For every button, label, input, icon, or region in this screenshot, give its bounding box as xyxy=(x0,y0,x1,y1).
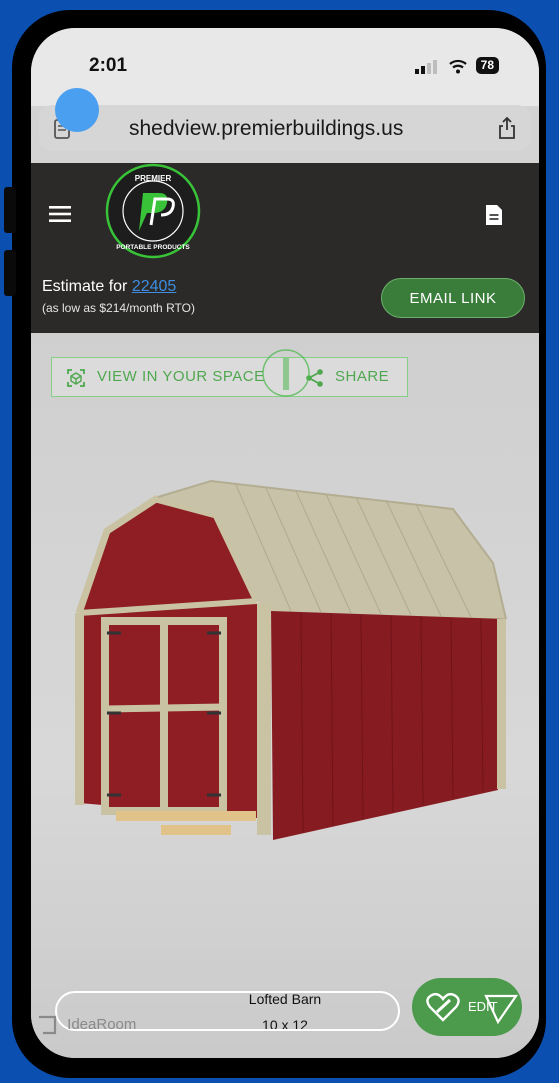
volume-button xyxy=(4,250,16,296)
url-text[interactable]: shedview.premierbuildings.us xyxy=(129,117,403,141)
status-bar: 2:01 78 xyxy=(31,28,539,106)
signal-icon xyxy=(414,59,437,74)
edit-button[interactable]: EDIT xyxy=(412,978,522,1036)
heart-icon[interactable] xyxy=(426,992,460,1022)
status-icons: 78 xyxy=(414,57,499,74)
cursor-pointer-icon xyxy=(484,994,518,1024)
share-icon[interactable] xyxy=(497,116,517,140)
wifi-icon xyxy=(448,59,467,73)
hamburger-menu-icon[interactable] xyxy=(49,206,71,222)
ar-cube-icon[interactable] xyxy=(66,368,86,388)
silent-switch xyxy=(4,187,16,233)
premier-logo[interactable]: PREMIER PORTABLE PRODUCTS xyxy=(105,163,201,259)
estimate-line: Estimate for 22405 xyxy=(42,278,176,296)
logo-text-bottom: PORTABLE PRODUCTS xyxy=(116,244,190,251)
logo-text-top: PREMIER xyxy=(135,174,172,183)
phone-screen: 2:01 78 shedview.premierbuildings.us PRE… xyxy=(31,28,539,1058)
status-time: 2:01 xyxy=(89,55,128,76)
loading-spinner-icon xyxy=(262,349,310,397)
zip-link[interactable]: 22405 xyxy=(132,278,177,295)
financing-text: (as low as $214/month RTO) xyxy=(42,301,195,315)
lofted-barn-shed-model[interactable] xyxy=(61,473,511,858)
estimate-prefix: Estimate for xyxy=(42,278,132,295)
view-in-space-button[interactable]: VIEW IN YOUR SPACE xyxy=(97,368,265,385)
touch-indicator xyxy=(55,88,99,132)
browser-url-bar[interactable]: shedview.premierbuildings.us xyxy=(39,105,531,151)
shed-3d-viewer[interactable]: VIEW IN YOUR SPACE SHARE Lofted Barn 10 … xyxy=(31,333,539,1058)
site-header: PREMIER PORTABLE PRODUCTS xyxy=(31,163,539,261)
battery-badge: 78 xyxy=(475,57,499,74)
idearoom-logo-icon xyxy=(39,1015,57,1035)
email-link-button[interactable]: EMAIL LINK xyxy=(381,278,525,318)
idearoom-text: IdeaRoom xyxy=(67,1015,137,1033)
document-icon[interactable] xyxy=(484,203,504,227)
share-button[interactable]: SHARE xyxy=(335,368,389,385)
idearoom-watermark: IdeaRoom xyxy=(37,1013,136,1037)
ar-share-bar: VIEW IN YOUR SPACE SHARE xyxy=(51,357,408,397)
estimate-bar: Estimate for 22405 (as low as $214/month… xyxy=(31,261,539,333)
